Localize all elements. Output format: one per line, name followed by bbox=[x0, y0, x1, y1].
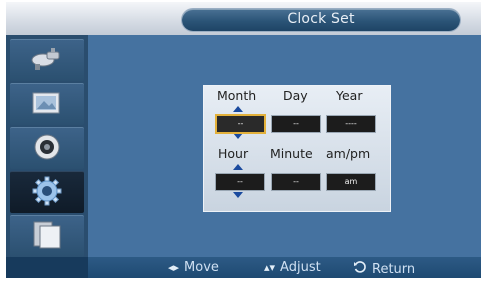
year-field[interactable]: ---- bbox=[326, 115, 376, 133]
sidebar-item-sound[interactable] bbox=[10, 127, 84, 169]
minute-label: Minute bbox=[270, 146, 313, 161]
day-label: Day bbox=[283, 88, 308, 103]
page-title: Clock Set bbox=[287, 11, 355, 27]
sidebar-item-picture[interactable] bbox=[10, 83, 84, 125]
move-arrows-icon: ◂▸ bbox=[168, 261, 180, 274]
adjust-label: Adjust bbox=[280, 260, 321, 275]
bottom-bar-corner bbox=[6, 257, 88, 278]
day-field[interactable]: -- bbox=[271, 115, 321, 133]
hour-down-arrow-icon[interactable] bbox=[233, 192, 243, 198]
main-panel: Month Day Year -- -- ---- Hour Minute am… bbox=[88, 35, 481, 257]
title-pill: Clock Set bbox=[182, 9, 460, 31]
sidebar-item-multi-screen[interactable] bbox=[10, 215, 84, 257]
clock-set-osd: Clock Set Month Day Year -- -- ---- Hour… bbox=[6, 2, 481, 278]
hint-move: ◂▸ Move bbox=[168, 260, 219, 275]
return-icon bbox=[353, 260, 367, 278]
minute-field[interactable]: -- bbox=[271, 173, 321, 191]
hour-label: Hour bbox=[218, 146, 249, 161]
multi-screen-icon bbox=[30, 220, 64, 254]
picture-icon bbox=[31, 90, 63, 120]
satellite-dish-icon bbox=[29, 46, 65, 76]
hour-field[interactable]: -- bbox=[215, 173, 265, 191]
hint-adjust: ▴▾ Adjust bbox=[264, 260, 321, 275]
month-field[interactable]: -- bbox=[215, 114, 266, 134]
return-label: Return bbox=[372, 261, 416, 277]
hint-return: Return bbox=[353, 260, 415, 278]
clock-set-dialog: Month Day Year -- -- ---- Hour Minute am… bbox=[203, 85, 391, 212]
speaker-icon bbox=[33, 133, 61, 165]
sidebar-item-setup[interactable] bbox=[10, 171, 84, 213]
year-label: Year bbox=[336, 88, 363, 103]
sidebar-menu bbox=[6, 35, 88, 257]
top-bar: Clock Set bbox=[6, 2, 481, 35]
month-up-arrow-icon[interactable] bbox=[233, 106, 243, 112]
sidebar-item-input[interactable] bbox=[10, 39, 84, 81]
adjust-arrows-icon: ▴▾ bbox=[264, 261, 276, 274]
month-label: Month bbox=[217, 88, 257, 103]
ampm-field[interactable]: am bbox=[326, 173, 376, 191]
ampm-label: am/pm bbox=[326, 146, 371, 161]
gear-icon bbox=[31, 175, 63, 211]
hour-up-arrow-icon[interactable] bbox=[233, 164, 243, 170]
move-label: Move bbox=[184, 260, 219, 275]
